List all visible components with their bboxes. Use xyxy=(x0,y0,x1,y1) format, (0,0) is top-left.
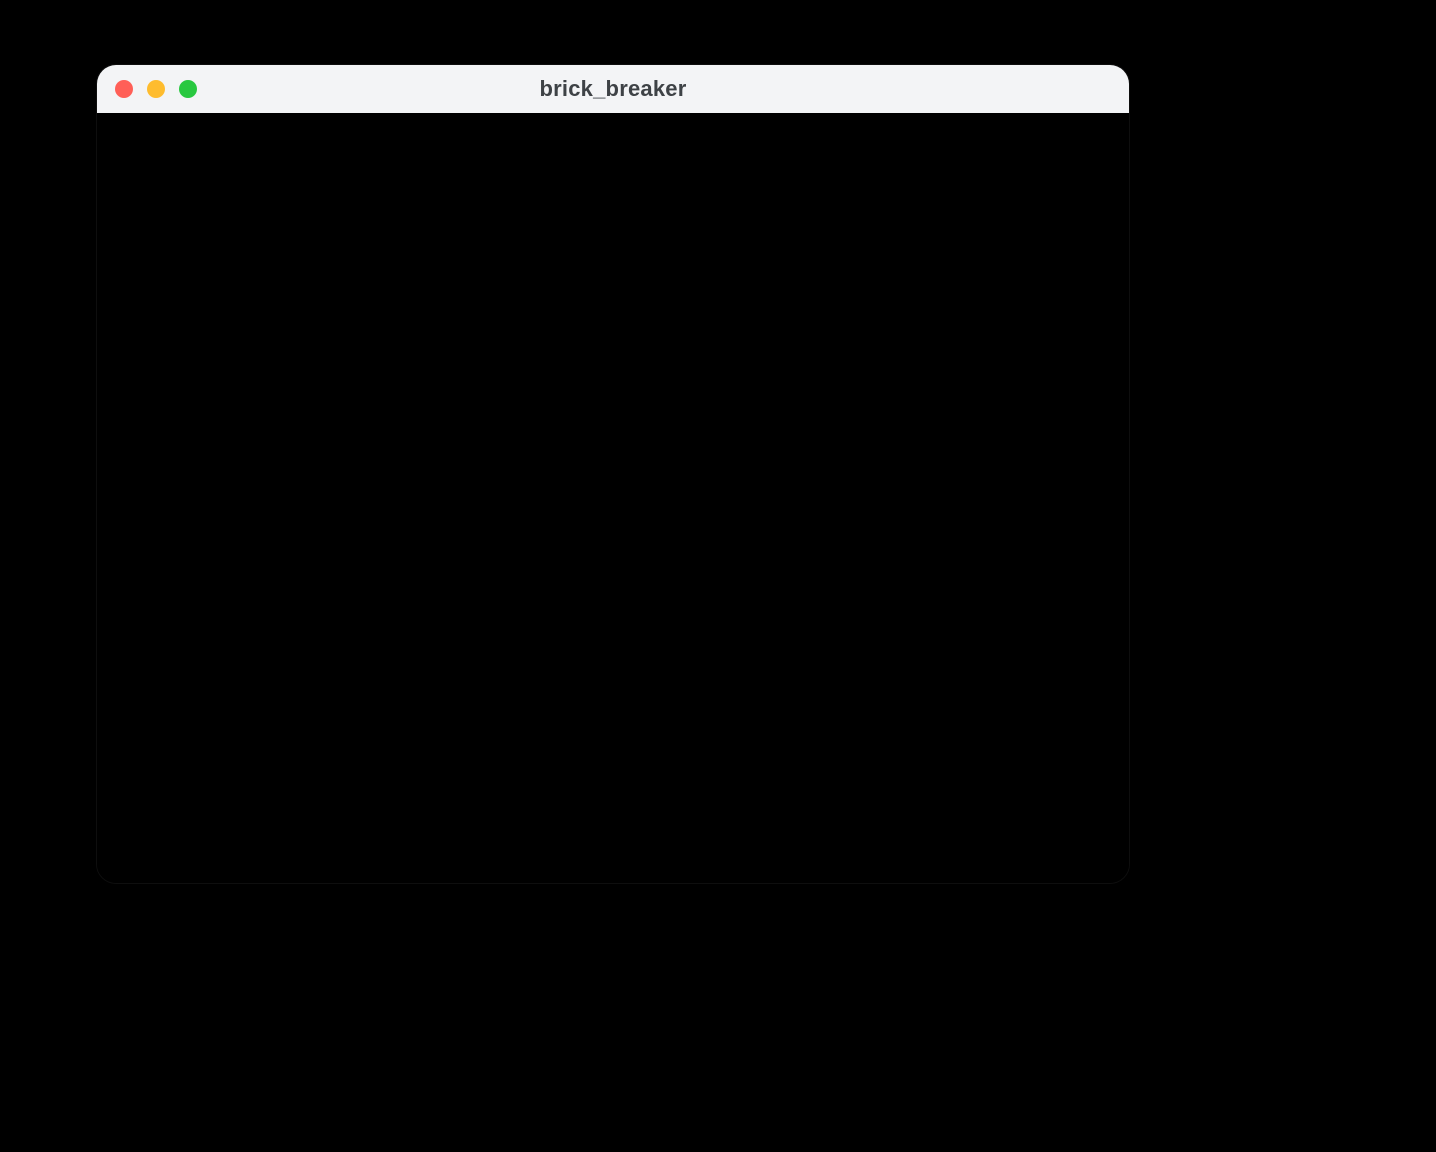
window-minimize-button[interactable] xyxy=(147,80,165,98)
window-close-button[interactable] xyxy=(115,80,133,98)
window-controls xyxy=(115,80,197,98)
window-titlebar[interactable]: brick_breaker xyxy=(97,65,1129,113)
window-title: brick_breaker xyxy=(97,76,1129,102)
app-content-area[interactable] xyxy=(97,113,1129,883)
app-window: brick_breaker xyxy=(96,64,1130,884)
desktop-background: brick_breaker xyxy=(0,0,1436,1152)
window-zoom-button[interactable] xyxy=(179,80,197,98)
